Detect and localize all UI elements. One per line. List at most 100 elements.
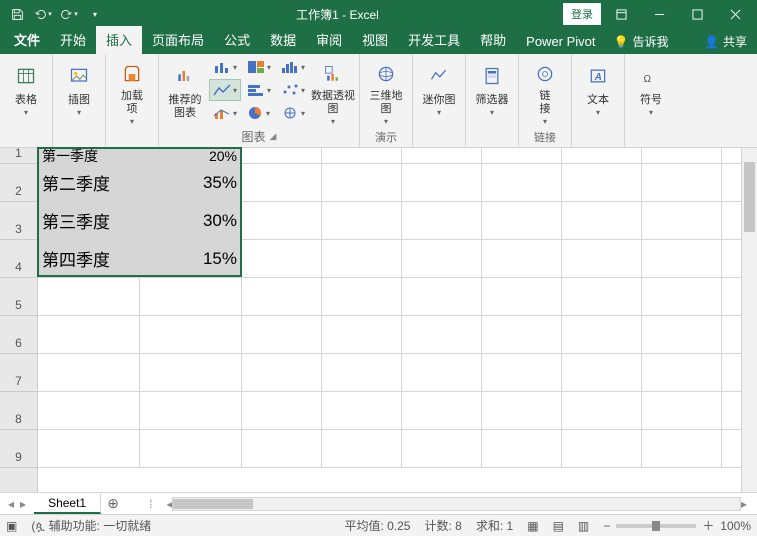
cell[interactable]: 30%: [140, 202, 242, 240]
qat-customize-icon[interactable]: ▾: [84, 3, 106, 25]
tab-dev[interactable]: 开发工具: [398, 26, 470, 54]
cell[interactable]: [242, 430, 322, 468]
cell[interactable]: [642, 164, 722, 202]
cell[interactable]: [562, 430, 642, 468]
text-button[interactable]: A 文本▾: [576, 56, 620, 126]
cell[interactable]: [242, 392, 322, 430]
sheet-tab[interactable]: Sheet1: [34, 494, 101, 514]
filters-button[interactable]: 筛选器▾: [470, 56, 514, 126]
combo-chart-button[interactable]: ▾: [209, 102, 241, 124]
cell[interactable]: [322, 240, 402, 278]
tab-home[interactable]: 开始: [50, 26, 96, 54]
cell[interactable]: [242, 164, 322, 202]
row-header[interactable]: 1: [0, 148, 37, 164]
cell[interactable]: [402, 164, 482, 202]
cell[interactable]: [242, 202, 322, 240]
hierarchy-chart-button[interactable]: ▾: [243, 56, 275, 78]
cell[interactable]: [322, 430, 402, 468]
record-macro-icon[interactable]: ▣: [6, 519, 17, 533]
bar-chart-button[interactable]: ▾: [243, 79, 275, 101]
line-chart-button[interactable]: ▾: [209, 79, 241, 101]
illustrations-button[interactable]: 插图▾: [57, 56, 101, 126]
cell[interactable]: [482, 316, 562, 354]
maximize-icon[interactable]: [679, 3, 715, 25]
cell[interactable]: [242, 316, 322, 354]
link-button[interactable]: 链 接▾: [523, 56, 567, 126]
row-header[interactable]: 2: [0, 164, 37, 202]
row-header[interactable]: 7: [0, 354, 37, 392]
symbols-button[interactable]: Ω 符号▾: [629, 56, 673, 126]
minimize-icon[interactable]: [641, 3, 677, 25]
tab-data[interactable]: 数据: [260, 26, 306, 54]
cell[interactable]: [482, 354, 562, 392]
cell[interactable]: [642, 202, 722, 240]
vertical-scrollbar[interactable]: [741, 148, 757, 492]
cell[interactable]: [38, 392, 140, 430]
cell[interactable]: [562, 278, 642, 316]
cell[interactable]: [642, 316, 722, 354]
tab-layout[interactable]: 页面布局: [142, 26, 214, 54]
cell[interactable]: 35%: [140, 164, 242, 202]
cell[interactable]: [402, 430, 482, 468]
cell[interactable]: [482, 392, 562, 430]
cell[interactable]: [482, 202, 562, 240]
cell[interactable]: [642, 240, 722, 278]
cell[interactable]: 15%: [140, 240, 242, 278]
tab-help[interactable]: 帮助: [470, 26, 516, 54]
cell[interactable]: [402, 392, 482, 430]
next-sheet-icon[interactable]: ▸: [20, 497, 26, 511]
save-icon[interactable]: [6, 3, 28, 25]
cell[interactable]: [562, 240, 642, 278]
cell[interactable]: [242, 148, 322, 164]
zoom-out-button[interactable]: −: [603, 519, 610, 533]
cell[interactable]: 20%: [140, 148, 242, 164]
column-chart-button[interactable]: ▾: [209, 56, 241, 78]
tab-view[interactable]: 视图: [352, 26, 398, 54]
row-header[interactable]: 5: [0, 278, 37, 316]
cell[interactable]: [38, 354, 140, 392]
close-icon[interactable]: [717, 3, 753, 25]
surface-chart-button[interactable]: ▾: [277, 102, 309, 124]
cell[interactable]: [140, 316, 242, 354]
tab-review[interactable]: 审阅: [306, 26, 352, 54]
scatter-chart-button[interactable]: ▾: [277, 79, 309, 101]
prev-sheet-icon[interactable]: ◂: [8, 497, 14, 511]
zoom-level[interactable]: 100%: [720, 519, 751, 533]
cell[interactable]: [38, 278, 140, 316]
cell[interactable]: [38, 316, 140, 354]
row-header[interactable]: 8: [0, 392, 37, 430]
pie-chart-button[interactable]: ▾: [243, 102, 275, 124]
cell[interactable]: [562, 202, 642, 240]
tab-formulas[interactable]: 公式: [214, 26, 260, 54]
3d-map-button[interactable]: 三维地 图▾: [364, 56, 408, 126]
row-header[interactable]: 9: [0, 430, 37, 468]
cell[interactable]: [642, 430, 722, 468]
login-button[interactable]: 登录: [563, 3, 601, 25]
addins-button[interactable]: 加载 项▾: [110, 56, 154, 126]
redo-icon[interactable]: ▾: [58, 3, 80, 25]
normal-view-icon[interactable]: ▦: [527, 519, 538, 533]
cell[interactable]: [322, 278, 402, 316]
horizontal-scrollbar[interactable]: [172, 497, 740, 511]
cell[interactable]: [322, 202, 402, 240]
cell[interactable]: [642, 148, 722, 164]
row-header[interactable]: 3: [0, 202, 37, 240]
sparklines-button[interactable]: 迷你图▾: [417, 56, 461, 126]
tables-button[interactable]: 表格▾: [4, 56, 48, 126]
cell[interactable]: 第二季度: [38, 164, 140, 202]
cell[interactable]: [38, 430, 140, 468]
cell[interactable]: 第三季度: [38, 202, 140, 240]
tab-file[interactable]: 文件: [4, 26, 50, 54]
cell[interactable]: [322, 164, 402, 202]
zoom-slider[interactable]: [616, 524, 696, 528]
cell[interactable]: [402, 278, 482, 316]
undo-icon[interactable]: ▾: [32, 3, 54, 25]
share-button[interactable]: 👤共享: [694, 29, 757, 54]
cell[interactable]: [402, 202, 482, 240]
scroll-right-icon[interactable]: ▸: [741, 497, 747, 511]
cell[interactable]: [242, 278, 322, 316]
cell[interactable]: [242, 354, 322, 392]
cell[interactable]: [482, 164, 562, 202]
tell-me[interactable]: 💡告诉我: [606, 29, 677, 54]
cell[interactable]: [562, 354, 642, 392]
